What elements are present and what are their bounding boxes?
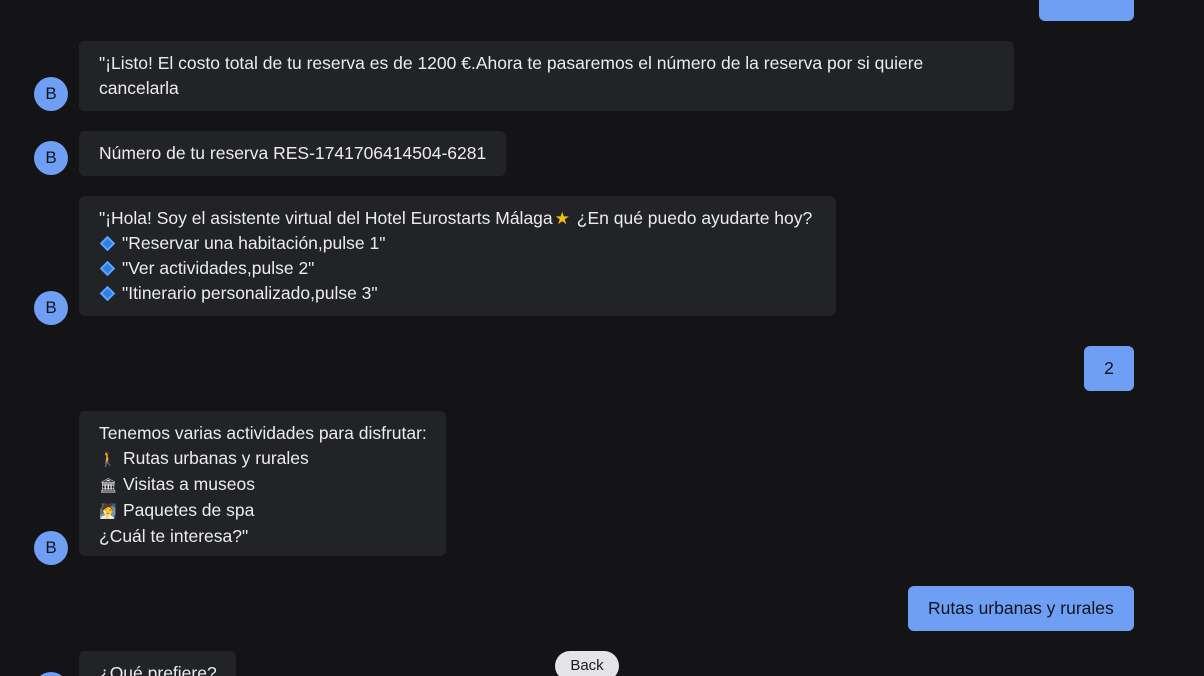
star-icon: ★ bbox=[554, 209, 570, 228]
menu-option: "Ver actividades,pulse 2" bbox=[99, 256, 816, 281]
back-button[interactable]: Back bbox=[555, 651, 619, 676]
bot-message-text: ¿Qué prefiere? bbox=[99, 663, 217, 676]
menu-option-text: "Itinerario personalizado,pulse 3" bbox=[122, 283, 378, 303]
bot-message-text: Número de tu reserva RES-1741706414504-6… bbox=[99, 143, 487, 163]
bot-avatar: B bbox=[34, 77, 68, 111]
bot-message-text: "¡Listo! El costo total de tu reserva es… bbox=[99, 53, 924, 98]
bot-message-bubble: "¡Listo! El costo total de tu reserva es… bbox=[79, 41, 1014, 111]
activities-intro: Tenemos varias actividades para disfruta… bbox=[99, 423, 427, 443]
activity-item-text: Paquetes de spa bbox=[123, 500, 255, 520]
blue-diamond-icon bbox=[99, 235, 116, 252]
blue-diamond-icon bbox=[99, 285, 116, 302]
bot-avatar: B bbox=[34, 672, 68, 676]
user-message-bubble: Rutas urbanas y rurales bbox=[908, 586, 1134, 631]
bot-avatar: B bbox=[34, 141, 68, 175]
activity-item-text: Rutas urbanas y rurales bbox=[123, 448, 309, 468]
user-message-bubble: 2 bbox=[1084, 346, 1134, 391]
bot-message-bubble: "¡Hola! Soy el asistente virtual del Hot… bbox=[79, 196, 836, 316]
user-message-text: 2 bbox=[1104, 358, 1114, 378]
activity-item: 🏛 Visitas a museos bbox=[99, 472, 426, 498]
bot-avatar: B bbox=[34, 531, 68, 565]
person-walking-icon: 🚶 bbox=[99, 451, 117, 467]
user-message-bubble-partial bbox=[1039, 0, 1134, 21]
spa-person-icon: 🧖 bbox=[99, 503, 117, 519]
greeting-text: "¡Hola! Soy el asistente virtual del Hot… bbox=[99, 208, 553, 228]
bot-message-bubble: Tenemos varias actividades para disfruta… bbox=[79, 411, 446, 556]
museum-icon: 🏛 bbox=[99, 477, 117, 493]
menu-option-text: "Reservar una habitación,pulse 1" bbox=[122, 233, 386, 253]
bot-message-bubble: Número de tu reserva RES-1741706414504-6… bbox=[79, 131, 506, 176]
menu-option-text: "Ver actividades,pulse 2" bbox=[122, 258, 315, 278]
bot-avatar: B bbox=[34, 291, 68, 325]
user-message-text: Rutas urbanas y rurales bbox=[928, 598, 1114, 618]
menu-option: "Itinerario personalizado,pulse 3" bbox=[99, 281, 816, 306]
menu-option: "Reservar una habitación,pulse 1" bbox=[99, 231, 816, 256]
activity-item: 🚶 Rutas urbanas y rurales bbox=[99, 446, 426, 472]
activity-item: 🧖 Paquetes de spa bbox=[99, 498, 426, 524]
chat-window: B "¡Listo! El costo total de tu reserva … bbox=[0, 0, 1204, 676]
greeting-question: ¿En qué puedo ayudarte hoy? bbox=[576, 208, 813, 228]
blue-diamond-icon bbox=[99, 260, 116, 277]
bot-message-bubble: ¿Qué prefiere? bbox=[79, 651, 236, 676]
greeting-line: "¡Hola! Soy el asistente virtual del Hot… bbox=[99, 206, 816, 231]
activity-item-text: Visitas a museos bbox=[123, 474, 255, 494]
activities-question: ¿Cuál te interesa?" bbox=[99, 526, 249, 546]
